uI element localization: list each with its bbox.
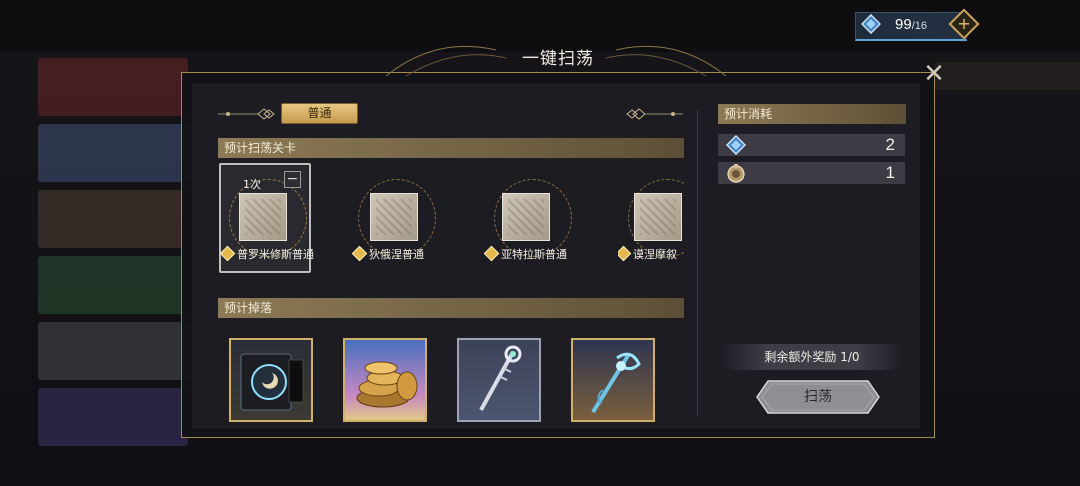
background-list bbox=[38, 58, 188, 458]
close-icon: ✕ bbox=[923, 59, 945, 89]
drop-item[interactable] bbox=[343, 338, 427, 422]
ornament-right-icon bbox=[626, 108, 683, 120]
cost-header: 预计消耗 bbox=[718, 104, 906, 124]
stage-card[interactable]: 狄俄涅普通 bbox=[351, 163, 446, 271]
column-divider bbox=[697, 110, 698, 416]
ticket-icon bbox=[726, 163, 746, 183]
plus-icon: + bbox=[957, 14, 971, 33]
cost-row-ticket: 1 bbox=[718, 162, 905, 184]
coins-icon bbox=[356, 361, 418, 408]
diamond-icon bbox=[483, 245, 500, 262]
stage-name: 狄俄涅普通 bbox=[369, 248, 424, 261]
ornament-left-icon bbox=[218, 108, 275, 120]
cost-row-stamina: 2 bbox=[718, 134, 905, 156]
sweep-button[interactable]: 扫荡 bbox=[756, 380, 880, 414]
minus-icon: − bbox=[286, 171, 299, 187]
stamina-gem-icon bbox=[725, 134, 747, 156]
background-banner bbox=[935, 62, 1080, 90]
drop-item[interactable] bbox=[571, 338, 655, 422]
stamina-counter: 99/16 + bbox=[855, 8, 980, 41]
tab-normal[interactable]: 普通 bbox=[281, 103, 358, 124]
stamina-max: /16 bbox=[911, 20, 927, 32]
minus-button[interactable]: − bbox=[284, 171, 301, 188]
dialog-title: 一键扫荡 bbox=[522, 49, 594, 69]
stamina-gem-icon bbox=[860, 13, 882, 35]
tab-row: 普通 bbox=[218, 103, 683, 125]
stage-card[interactable]: 亚特拉斯普通 bbox=[483, 163, 578, 271]
close-button[interactable]: ✕ bbox=[922, 61, 946, 87]
cost-value: 2 bbox=[885, 135, 895, 154]
stamina-current: 99 bbox=[895, 16, 912, 33]
stage-name: 谟涅摩叙 bbox=[633, 248, 677, 261]
drop-item[interactable] bbox=[457, 338, 541, 422]
stage-name: 普罗米修斯普通 bbox=[237, 248, 314, 261]
cost-value: 1 bbox=[885, 163, 895, 182]
emblem-icon bbox=[240, 353, 304, 411]
drop-item[interactable] bbox=[229, 338, 313, 422]
silver-staff-icon bbox=[479, 345, 522, 411]
diamond-icon bbox=[618, 245, 632, 262]
diamond-icon bbox=[219, 245, 236, 262]
sweep-label: 扫荡 bbox=[804, 389, 832, 405]
extra-reward-counter: 剩余额外奖励 1/0 bbox=[720, 344, 904, 370]
drops-header: 预计掉落 bbox=[218, 298, 684, 318]
stage-card[interactable]: 谟涅摩叙 bbox=[618, 163, 684, 271]
stage-name: 亚特拉斯普通 bbox=[501, 248, 567, 261]
stage-card[interactable]: 1次 − 普罗米修斯普通 bbox=[219, 163, 314, 273]
diamond-icon bbox=[351, 245, 368, 262]
sweep-count: 1次 bbox=[243, 178, 261, 191]
blue-staff-icon bbox=[591, 352, 641, 414]
stages-header: 预计扫荡关卡 bbox=[218, 138, 684, 158]
